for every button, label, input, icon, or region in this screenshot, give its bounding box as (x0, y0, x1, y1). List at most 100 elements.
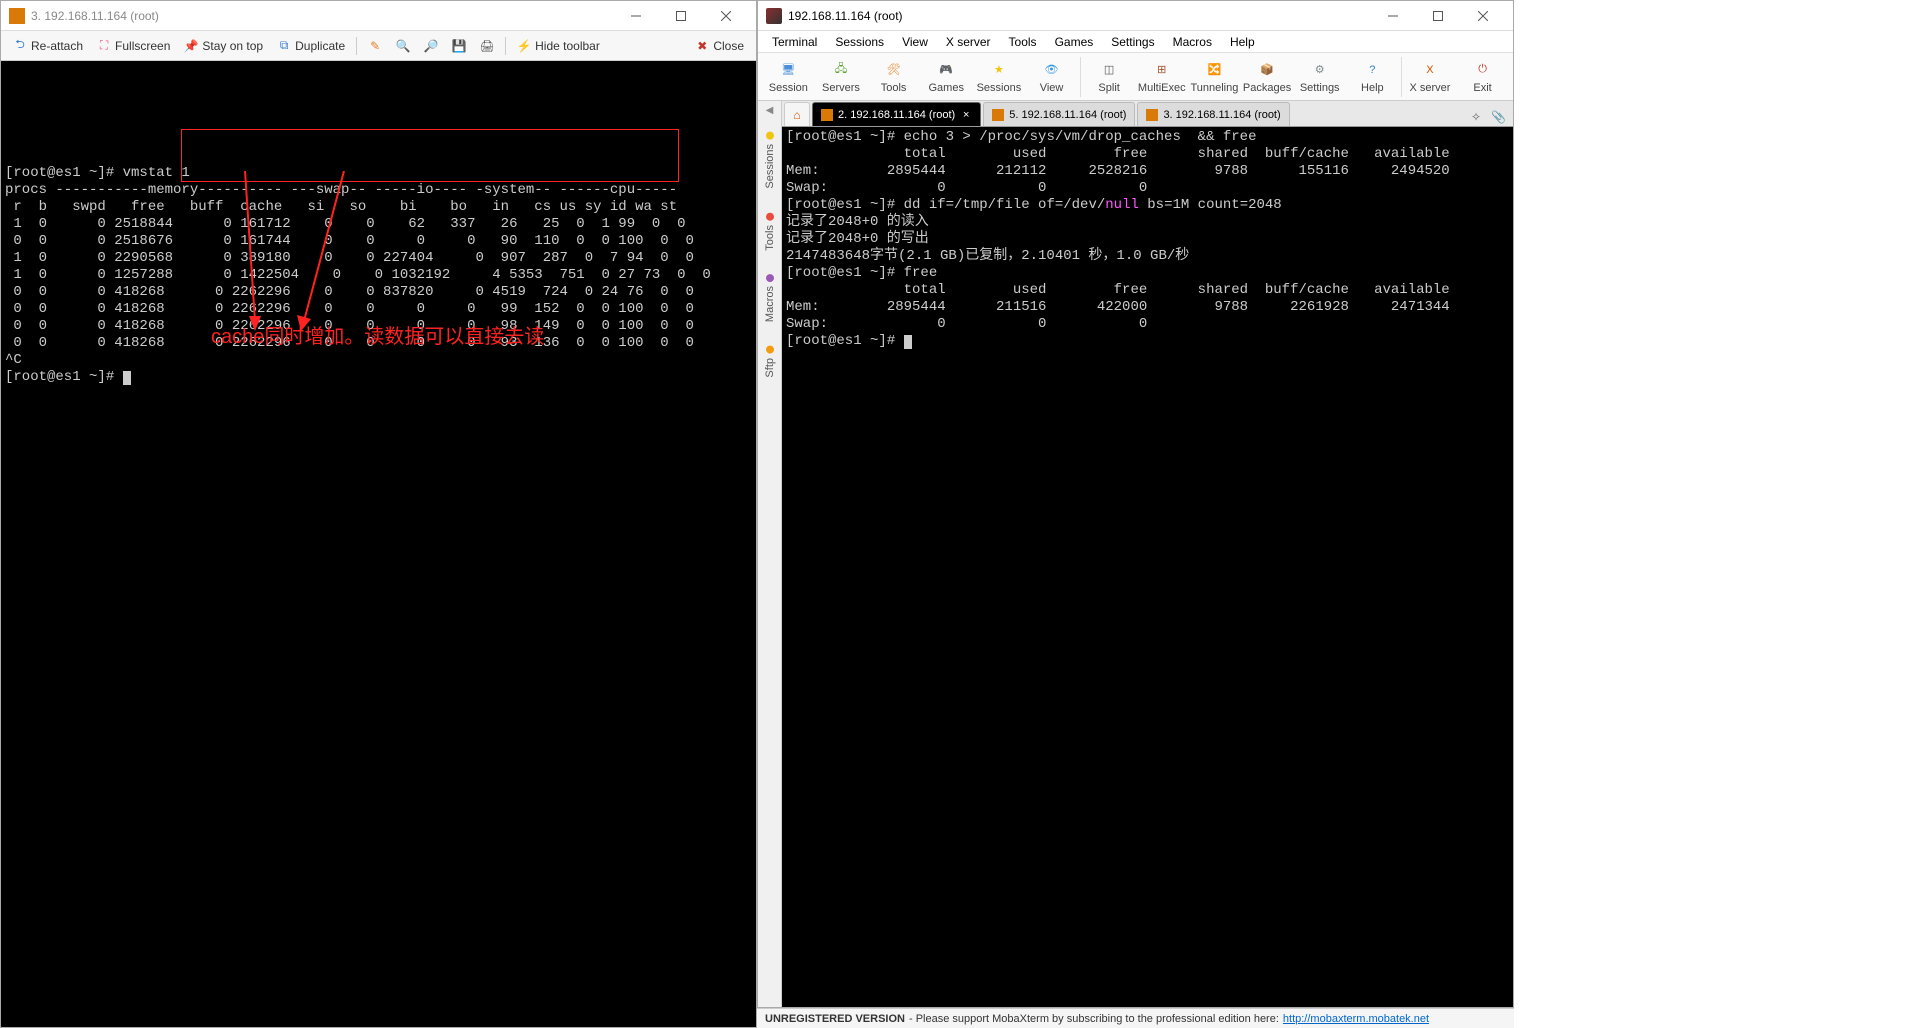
footer-link[interactable]: http://mobaxterm.mobatek.net (1283, 1013, 1429, 1025)
sidetab-macros[interactable]: Macros (762, 266, 778, 330)
terminal-icon (992, 109, 1004, 121)
terminal-icon (821, 109, 833, 121)
menu-terminal[interactable]: Terminal (764, 33, 825, 51)
separator (505, 37, 506, 55)
packages-icon: 📦 (1257, 60, 1277, 80)
left-window-controls (613, 2, 748, 30)
split-icon: ◫ (1099, 60, 1119, 80)
sidetab-tools[interactable]: Tools (762, 205, 778, 259)
zoom-icon: 🔎 (424, 39, 438, 53)
terminal-icon (9, 8, 25, 24)
sidebar-collapse-arrow-icon[interactable]: ◀ (766, 105, 774, 116)
home-icon: ⌂ (793, 108, 800, 122)
plus-icon[interactable]: ✧ (1471, 110, 1487, 126)
menubar: TerminalSessionsViewX serverToolsGamesSe… (758, 31, 1513, 53)
reattach-icon: ⮌ (13, 39, 27, 53)
separator (356, 37, 357, 55)
menu-x-server[interactable]: X server (938, 33, 999, 51)
left-titlebar[interactable]: 3. 192.168.11.164 (root) (1, 1, 756, 31)
games-icon: 🎮 (936, 60, 956, 80)
status-bar: UNREGISTERED VERSION - Please support Mo… (757, 1008, 1514, 1028)
tab-end-controls: ✧📎 (1467, 110, 1511, 126)
toolbtn-packages[interactable]: 📦Packages (1241, 55, 1294, 99)
zoom-button[interactable]: 🔎 (418, 36, 444, 56)
toolbtn-sessions[interactable]: ★Sessions (973, 55, 1026, 99)
print-button[interactable]: 🖨 (474, 36, 500, 56)
save-icon: 💾 (452, 39, 466, 53)
print-icon: 🖨 (480, 39, 494, 53)
edit-button[interactable]: ✎ (362, 36, 388, 56)
attach-icon[interactable]: 📎 (1491, 110, 1507, 126)
left-toolbar: ⮌Re-attach ⛶Fullscreen 📌Stay on top ⧉Dup… (1, 31, 756, 61)
find-button[interactable]: 🔍 (390, 36, 416, 56)
session-tab[interactable]: 5. 192.168.11.164 (root) (983, 102, 1135, 126)
body-row: ◀ Sessions Tools Macros Sftp ⌂ 2. 192.168.1… (758, 101, 1513, 1007)
terminal-icon (1146, 109, 1158, 121)
sidetab-sftp[interactable]: Sftp (762, 338, 778, 386)
sessions-icon: ★ (989, 60, 1009, 80)
maximize-button[interactable] (658, 2, 703, 30)
close-button[interactable] (703, 2, 748, 30)
separator (1401, 57, 1402, 97)
footer-text: - Please support MobaXterm by subscribin… (909, 1013, 1279, 1025)
menu-tools[interactable]: Tools (1001, 33, 1045, 51)
menu-games[interactable]: Games (1047, 33, 1102, 51)
servers-icon: 🖧 (831, 60, 851, 80)
save-button[interactable]: 💾 (446, 36, 472, 56)
close-button[interactable] (1460, 2, 1505, 30)
left-terminal[interactable]: cache同时增加。读数据可以直接去读 [root@es1 ~]# vmstat… (1, 61, 756, 1027)
multiexec-icon: ⊞ (1152, 60, 1172, 80)
toolbtn-help[interactable]: ?Help (1346, 55, 1399, 99)
fullscreen-button[interactable]: ⛶Fullscreen (91, 36, 176, 56)
session-tab[interactable]: 2. 192.168.11.164 (root)× (812, 102, 981, 126)
menu-macros[interactable]: Macros (1165, 33, 1220, 51)
session-tab[interactable]: 3. 192.168.11.164 (root) (1137, 102, 1289, 126)
toolbar-close-button[interactable]: ✖Close (689, 36, 750, 56)
minimize-button[interactable] (1370, 2, 1415, 30)
right-terminal[interactable]: [root@es1 ~]# echo 3 > /proc/sys/vm/drop… (782, 127, 1513, 1007)
tunneling-icon: 🔀 (1204, 60, 1224, 80)
toolbtn-exit[interactable]: ⏻Exit (1456, 55, 1509, 99)
menu-help[interactable]: Help (1222, 33, 1263, 51)
menu-sessions[interactable]: Sessions (827, 33, 892, 51)
toolbtn-x-server[interactable]: XX server (1404, 55, 1457, 99)
exit-icon: ⏻ (1473, 60, 1493, 80)
sidetab-sessions[interactable]: Sessions (762, 124, 778, 197)
left-detached-terminal-window: 3. 192.168.11.164 (root) ⮌Re-attach ⛶Ful… (0, 0, 757, 1028)
menu-view[interactable]: View (894, 33, 936, 51)
toolbtn-tools[interactable]: 🛠Tools (867, 55, 920, 99)
mobaxterm-main-window: 192.168.11.164 (root) TerminalSessionsVi… (757, 0, 1514, 1008)
tabbar: ⌂ 2. 192.168.11.164 (root)×5. 192.168.11… (782, 101, 1513, 127)
separator (1080, 57, 1081, 97)
view-icon: 👁 (1042, 60, 1062, 80)
menu-settings[interactable]: Settings (1103, 33, 1162, 51)
toolbtn-games[interactable]: 🎮Games (920, 55, 973, 99)
duplicate-button[interactable]: ⧉Duplicate (271, 36, 351, 56)
stayontop-button[interactable]: 📌Stay on top (178, 36, 269, 56)
sidebar: ◀ Sessions Tools Macros Sftp (758, 101, 782, 1007)
tools-icon: 🛠 (884, 60, 904, 80)
toolbtn-tunneling[interactable]: 🔀Tunneling (1188, 55, 1241, 99)
toolbtn-view[interactable]: 👁View (1025, 55, 1078, 99)
settings-icon: ⚙ (1310, 60, 1330, 80)
toolbtn-servers[interactable]: 🖧Servers (815, 55, 868, 99)
minimize-button[interactable] (613, 2, 658, 30)
home-tab[interactable]: ⌂ (784, 102, 810, 126)
dot-icon (766, 132, 774, 140)
dot-icon (766, 346, 774, 354)
dot-icon (766, 213, 774, 221)
tab-close-icon[interactable]: × (960, 109, 972, 121)
hidetoolbar-button[interactable]: ⚡Hide toolbar (511, 36, 606, 56)
duplicate-icon: ⧉ (277, 39, 291, 53)
right-window-wrap: 192.168.11.164 (root) TerminalSessionsVi… (757, 0, 1514, 1028)
right-titlebar[interactable]: 192.168.11.164 (root) (758, 1, 1513, 31)
toolbtn-multiexec[interactable]: ⊞MultiExec (1135, 55, 1188, 99)
unregistered-label: UNREGISTERED VERSION (765, 1013, 905, 1025)
lightning-icon: ⚡ (517, 39, 531, 53)
right-window-title: 192.168.11.164 (root) (788, 9, 903, 23)
maximize-button[interactable] (1415, 2, 1460, 30)
toolbtn-split[interactable]: ◫Split (1083, 55, 1136, 99)
reattach-button[interactable]: ⮌Re-attach (7, 36, 89, 56)
toolbtn-settings[interactable]: ⚙Settings (1293, 55, 1346, 99)
toolbtn-session[interactable]: 🖥Session (762, 55, 815, 99)
